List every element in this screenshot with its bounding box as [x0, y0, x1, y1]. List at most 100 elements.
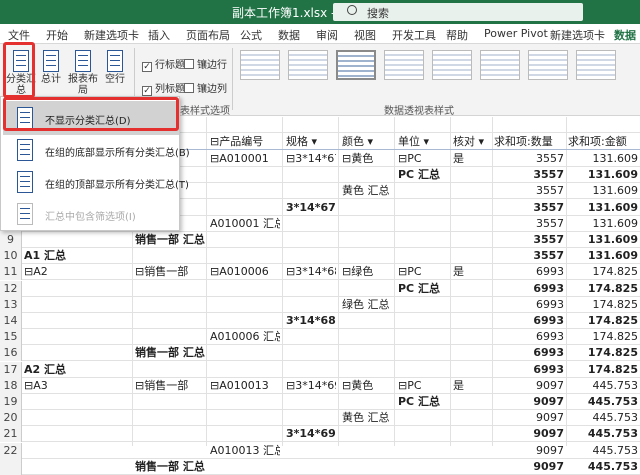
table-cell[interactable] [286, 345, 336, 361]
banded-columns-checkbox[interactable]: 镶边列 [184, 80, 227, 95]
table-cell[interactable] [286, 362, 336, 378]
table-cell[interactable]: 3557 [494, 183, 564, 199]
table-cell[interactable]: ⊟PC [398, 151, 448, 167]
table-cell[interactable] [342, 281, 392, 297]
table-cell[interactable] [210, 183, 280, 199]
table-cell[interactable]: PC 汇总 [398, 281, 448, 297]
tab-home[interactable]: 开始 [46, 27, 68, 43]
table-cell[interactable] [135, 426, 205, 442]
pivot-style-thumbnail-selected[interactable] [336, 50, 376, 80]
table-cell[interactable]: 6993 [494, 362, 564, 378]
table-cell[interactable] [342, 232, 392, 248]
row-headers-checkbox[interactable]: ✓ 行标题 [142, 56, 185, 72]
table-cell[interactable] [286, 167, 336, 183]
table-cell[interactable] [398, 297, 448, 313]
table-cell[interactable]: 174.825 [568, 264, 639, 280]
table-cell[interactable]: 3557 [494, 248, 564, 264]
table-cell[interactable]: ⊟绿色 [342, 264, 392, 280]
table-cell[interactable] [135, 362, 205, 378]
table-cell[interactable] [398, 183, 448, 199]
table-cell[interactable] [453, 248, 489, 264]
tab-insert[interactable]: 插入 [148, 27, 170, 43]
table-cell[interactable]: ⊟3*14*67 [286, 151, 336, 167]
table-cell[interactable]: ⊟销售一部 [135, 378, 205, 394]
table-cell[interactable] [398, 443, 448, 459]
table-cell[interactable] [210, 459, 280, 475]
tab-pivot-design[interactable]: 数据 [614, 27, 636, 43]
tab-developer[interactable]: 开发工具 [392, 27, 436, 43]
table-cell[interactable]: 6993 [494, 264, 564, 280]
table-cell[interactable]: 是 [453, 264, 489, 280]
table-cell[interactable] [342, 394, 392, 410]
table-cell[interactable] [398, 426, 448, 442]
table-cell[interactable]: ⊟销售一部 [135, 264, 205, 280]
table-cell[interactable]: 9097 [494, 459, 564, 475]
table-cell[interactable]: 174.825 [568, 297, 639, 313]
table-cell[interactable]: 3*14*67 汇总 [286, 200, 336, 216]
table-cell[interactable]: 3557 [494, 151, 564, 167]
table-cell[interactable]: ⊟A3 [24, 378, 130, 394]
table-cell[interactable] [286, 394, 336, 410]
table-cell[interactable] [342, 216, 392, 232]
table-cell[interactable] [453, 443, 489, 459]
table-cell[interactable] [135, 410, 205, 426]
tab-review[interactable]: 审阅 [316, 27, 338, 43]
table-cell[interactable] [24, 313, 130, 329]
table-cell[interactable]: ⊟A010013 [210, 378, 280, 394]
table-cell[interactable] [398, 345, 448, 361]
table-cell[interactable]: 6993 [494, 329, 564, 345]
table-cell[interactable] [342, 362, 392, 378]
table-cell[interactable]: 3557 [494, 232, 564, 248]
table-cell[interactable] [210, 394, 280, 410]
table-cell[interactable]: 销售一部 汇总 [135, 232, 205, 248]
table-cell[interactable]: 131.609 [568, 200, 638, 216]
table-cell[interactable] [342, 200, 392, 216]
table-cell[interactable] [286, 410, 336, 426]
table-cell[interactable] [342, 313, 392, 329]
table-cell[interactable]: A1 汇总 [24, 248, 130, 264]
tab-formulas[interactable]: 公式 [240, 27, 262, 43]
table-cell[interactable] [135, 297, 205, 313]
header-spec[interactable]: 规格 ▾ [286, 134, 317, 150]
pivot-style-thumbnail[interactable] [240, 50, 280, 80]
table-cell[interactable] [286, 248, 336, 264]
table-cell[interactable] [135, 313, 205, 329]
table-cell[interactable] [24, 410, 130, 426]
table-cell[interactable] [398, 232, 448, 248]
table-cell[interactable] [286, 459, 336, 475]
tab-new-1[interactable]: 新建选项卡 [84, 27, 139, 43]
table-cell[interactable]: ⊟黄色 [342, 378, 392, 394]
table-cell[interactable] [342, 167, 392, 183]
table-cell[interactable] [286, 329, 336, 345]
table-cell[interactable] [135, 329, 205, 345]
table-cell[interactable] [453, 313, 489, 329]
tab-file[interactable]: 文件 [8, 27, 30, 43]
table-cell[interactable] [453, 426, 489, 442]
table-cell[interactable] [24, 297, 130, 313]
table-cell[interactable]: 销售一部 汇总 [135, 459, 205, 475]
table-cell[interactable]: 445.753 [568, 394, 638, 410]
table-cell[interactable] [453, 281, 489, 297]
table-cell[interactable]: 是 [453, 151, 489, 167]
table-cell[interactable] [286, 281, 336, 297]
menu-item-subtotals-top[interactable]: 在组的顶部显示所有分类汇总(T) [3, 165, 189, 199]
table-cell[interactable]: 3557 [494, 216, 564, 232]
table-cell[interactable] [210, 362, 280, 378]
table-cell[interactable]: 131.609 [568, 248, 638, 264]
table-cell[interactable]: 黄色 汇总 [342, 410, 392, 426]
table-cell[interactable] [210, 426, 280, 442]
table-cell[interactable]: 9097 [494, 410, 564, 426]
table-cell[interactable] [210, 313, 280, 329]
table-cell[interactable]: 174.825 [568, 313, 638, 329]
table-cell[interactable] [342, 459, 392, 475]
table-cell[interactable]: 131.609 [568, 183, 639, 199]
table-cell[interactable]: 黄色 汇总 [342, 183, 392, 199]
table-cell[interactable] [398, 362, 448, 378]
header-sum-qty[interactable]: 求和项:数量 [494, 134, 553, 150]
table-cell[interactable]: ⊟A2 [24, 264, 130, 280]
table-cell[interactable]: PC 汇总 [398, 167, 448, 183]
table-cell[interactable] [342, 248, 392, 264]
table-cell[interactable]: 174.825 [568, 345, 638, 361]
menu-item-subtotals-bottom[interactable]: 在组的底部显示所有分类汇总(B) [3, 133, 190, 167]
table-cell[interactable] [342, 426, 392, 442]
